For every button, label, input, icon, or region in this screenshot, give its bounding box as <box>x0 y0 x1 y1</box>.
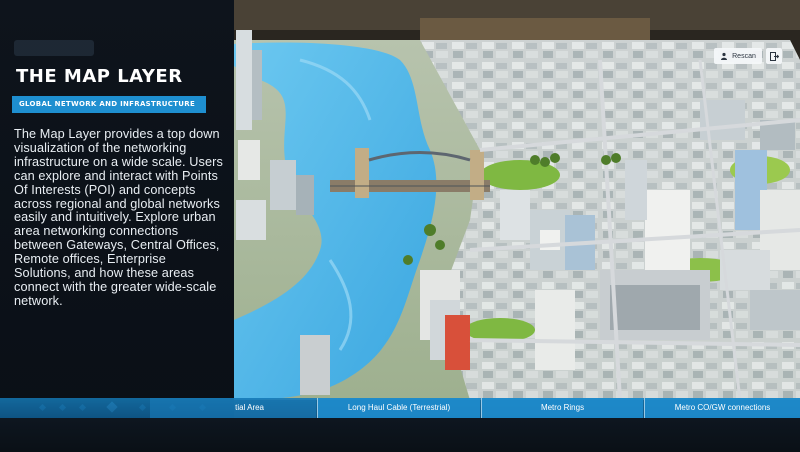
tab-long-haul-cable[interactable]: Long Haul Cable (Terrestrial) <box>317 398 480 418</box>
tab-metro-rings[interactable]: Metro Rings <box>481 398 643 418</box>
rescan-label: Rescan <box>732 52 756 60</box>
tab-metro-co-gw[interactable]: Metro CO/GW connections <box>644 398 800 418</box>
panel-subtitle-badge: GLOBAL NETWORK AND INFRASTRUCTURE <box>12 96 206 113</box>
panel-title: THE MAP LAYER <box>16 66 183 87</box>
rescan-button[interactable]: Rescan <box>714 48 762 64</box>
exit-button[interactable] <box>766 48 782 64</box>
person-scan-icon <box>721 52 728 60</box>
info-panel: THE MAP LAYER GLOBAL NETWORK AND INFRAST… <box>0 0 234 452</box>
tab-residential-area[interactable]: tial Area <box>150 398 316 418</box>
bottom-strip <box>0 418 800 452</box>
panel-description: The Map Layer provides a top down visual… <box>14 127 223 308</box>
exit-icon <box>769 51 779 61</box>
back-button-ghost[interactable] <box>14 40 94 56</box>
